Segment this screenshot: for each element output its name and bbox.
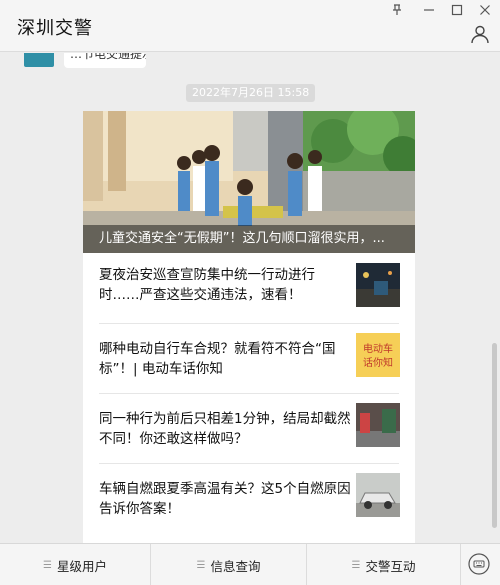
menu-separator <box>460 544 461 585</box>
window-title: 深圳交警 <box>17 18 93 39</box>
previous-message-bubble[interactable]: …节电交通提示 <box>64 53 146 68</box>
article-item-3[interactable]: 同一种行为前后只相差1分钟，结局却截然不同！你还敢这样做吗？ <box>83 393 415 463</box>
article-item-4[interactable]: 车辆自燃跟夏季高温有关？这5个自燃原因告诉你答案！ <box>83 463 415 533</box>
hero-caption: 儿童交通安全“无假期”！这几句顺口溜很实用，... <box>83 225 415 253</box>
menu-label: 信息查询 <box>210 558 261 574</box>
ebike-text-thumbnail: 电动车 话你知 <box>356 333 400 377</box>
menu-label: 星级用户 <box>56 558 107 574</box>
chat-scrollbar[interactable] <box>492 343 497 528</box>
pin-icon[interactable] <box>388 2 406 18</box>
thumb-text-line-1: 电动车 <box>363 342 393 355</box>
thumb-text-line-2: 话你知 <box>363 356 393 369</box>
menu-info-query[interactable]: ☰ 信息查询 <box>151 544 306 585</box>
bottom-menu-bar: ☰ 星级用户 ☰ 信息查询 ☰ 交警互动 <box>0 543 500 585</box>
profile-icon[interactable] <box>470 24 490 44</box>
hero-article[interactable]: 儿童交通安全“无假期”！这几句顺口溜很实用，... <box>83 111 415 253</box>
sender-avatar[interactable] <box>24 53 54 67</box>
menu-lines-icon: ☰ <box>43 559 52 571</box>
menu-label: 交警互动 <box>365 558 416 574</box>
article-title: 夏夜治安巡查宣防集中统一行动进行时……严查这些交通违法，速看！ <box>99 267 315 303</box>
car-thumbnail <box>356 473 400 517</box>
menu-star-user[interactable]: ☰ 星级用户 <box>0 544 150 585</box>
article-item-2[interactable]: 哪种电动自行车合规？就看符不符合“国标”！| 电动车话你知 电动车 话你知 <box>83 323 415 393</box>
maximize-icon[interactable] <box>448 2 466 18</box>
article-title: 车辆自燃跟夏季高温有关？这5个自燃原因告诉你答案！ <box>99 481 351 517</box>
title-bar: 深圳交警 <box>0 0 500 52</box>
article-title: 同一种行为前后只相差1分钟，结局却截然不同！你还敢这样做吗？ <box>99 411 351 447</box>
chat-area[interactable]: …节电交通提示 2022年7月26日 15:58 儿童交通安全“无假期”！这几句… <box>0 53 500 543</box>
menu-lines-icon: ☰ <box>351 559 361 571</box>
menu-police-interaction[interactable]: ☰ 交警互动 <box>307 544 460 585</box>
previous-message-text: …节电交通提示 <box>70 53 146 61</box>
keyboard-toggle-icon[interactable] <box>468 553 490 575</box>
road-scene-thumbnail <box>356 403 400 447</box>
message-timestamp: 2022年7月26日 15:58 <box>186 84 316 102</box>
article-card: 儿童交通安全“无假期”！这几句顺口溜很实用，... 夏夜治安巡查宣防集中统一行动… <box>83 111 415 543</box>
close-icon[interactable] <box>476 2 494 18</box>
article-title: 哪种电动自行车合规？就看符不符合“国标”！| 电动车话你知 <box>99 341 336 377</box>
minimize-icon[interactable] <box>420 2 438 18</box>
menu-lines-icon: ☰ <box>196 559 206 571</box>
article-item-1[interactable]: 夏夜治安巡查宣防集中统一行动进行时……严查这些交通违法，速看！ <box>83 253 415 323</box>
night-street-thumbnail <box>356 263 400 307</box>
